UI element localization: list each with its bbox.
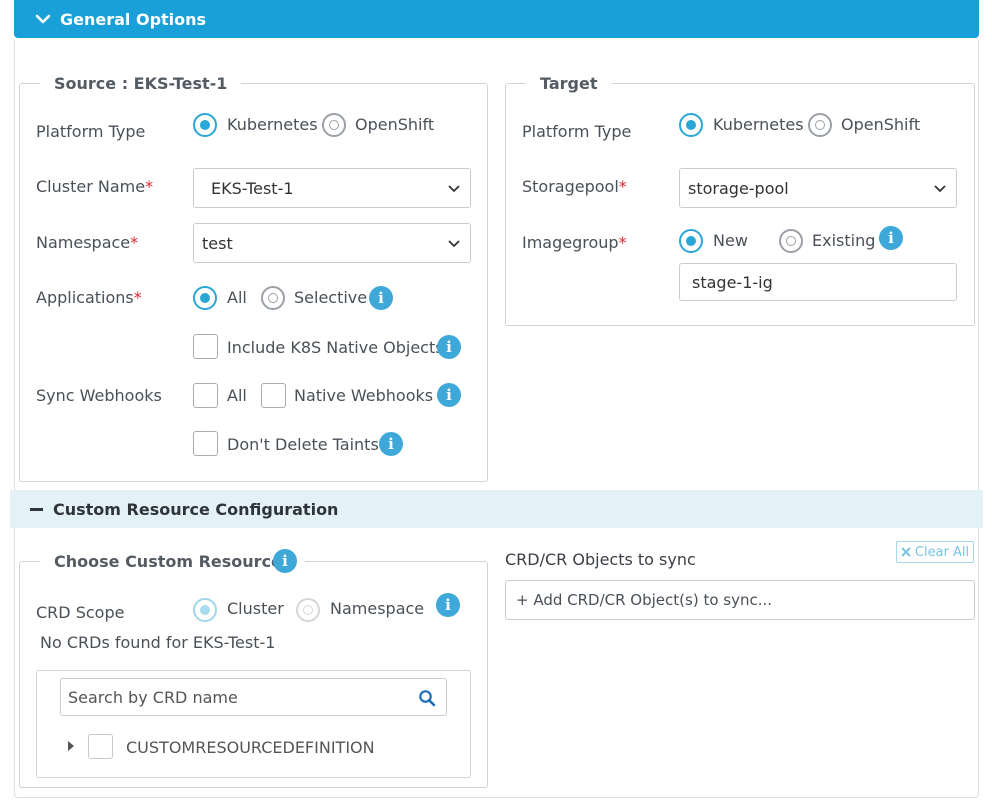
chevron-down-icon xyxy=(448,185,460,193)
storagepool-select[interactable]: storage-pool xyxy=(679,168,957,208)
namespace-select[interactable]: test xyxy=(193,223,471,263)
imagegroup-existing-label: Existing xyxy=(812,231,876,250)
chevron-down-icon xyxy=(448,240,460,248)
imagegroup-label: Imagegroup* xyxy=(522,233,627,252)
applications-all-radio[interactable] xyxy=(193,286,217,310)
namespace-label: Namespace* xyxy=(36,233,139,252)
source-platform-kubernetes-radio[interactable] xyxy=(193,113,217,137)
native-webhooks-checkbox[interactable] xyxy=(261,383,286,408)
collapse-minus-icon xyxy=(30,507,43,511)
sync-webhooks-all-checkbox[interactable] xyxy=(193,383,218,408)
info-icon[interactable]: i xyxy=(437,335,461,359)
sync-webhooks-all-label: All xyxy=(227,386,247,405)
clear-all-label: Clear All xyxy=(914,544,970,560)
general-options-title: General Options xyxy=(60,9,207,29)
storagepool-label: Storagepool* xyxy=(522,177,627,196)
target-platform-kubernetes-radio[interactable] xyxy=(679,113,703,137)
dont-delete-taints-checkbox[interactable] xyxy=(193,431,218,456)
applications-label: Applications* xyxy=(36,288,142,307)
source-platform-openshift-radio[interactable] xyxy=(322,113,346,137)
imagegroup-name-value: stage-1-ig xyxy=(692,272,773,292)
custom-resource-config-header[interactable]: Custom Resource Configuration xyxy=(10,490,983,528)
crd-scope-namespace-radio[interactable] xyxy=(296,598,320,622)
info-icon[interactable]: i xyxy=(379,432,403,456)
include-k8s-native-label: Include K8S Native Objects xyxy=(227,338,444,357)
info-icon[interactable]: i xyxy=(369,286,393,310)
info-icon[interactable]: i xyxy=(879,226,903,250)
add-crd-objects-text: + Add CRD/CR Object(s) to sync... xyxy=(516,591,773,609)
target-platform-openshift-label: OpenShift xyxy=(841,115,921,134)
custom-resource-config-title: Custom Resource Configuration xyxy=(53,499,339,519)
native-webhooks-label: Native Webhooks xyxy=(294,386,434,405)
info-icon[interactable]: i xyxy=(436,593,460,617)
search-icon[interactable] xyxy=(418,689,436,707)
dont-delete-taints-label: Don't Delete Taints xyxy=(227,435,379,454)
applications-selective-label: Selective xyxy=(294,288,368,307)
crd-search-input[interactable]: Search by CRD name xyxy=(60,678,447,716)
caret-right-icon[interactable] xyxy=(66,740,76,752)
target-legend: Target xyxy=(540,74,598,93)
storagepool-value: storage-pool xyxy=(688,178,789,198)
imagegroup-new-radio[interactable] xyxy=(679,229,703,253)
include-k8s-native-checkbox[interactable] xyxy=(193,334,218,359)
target-platform-kubernetes-label: Kubernetes xyxy=(713,115,804,134)
general-options-header[interactable]: General Options xyxy=(14,0,979,38)
imagegroup-name-input[interactable]: stage-1-ig xyxy=(679,263,957,301)
crd-search-placeholder: Search by CRD name xyxy=(68,687,238,707)
namespace-value: test xyxy=(202,233,233,253)
info-icon[interactable]: i xyxy=(273,549,297,573)
source-platform-openshift-label: OpenShift xyxy=(355,115,435,134)
source-platform-kubernetes-label: Kubernetes xyxy=(227,115,318,134)
target-platform-type-label: Platform Type xyxy=(522,122,632,141)
cluster-name-value: EKS-Test-1 xyxy=(211,178,294,198)
crd-tree-root-label: CUSTOMRESOURCEDEFINITION xyxy=(126,738,375,757)
imagegroup-new-label: New xyxy=(713,231,748,250)
choose-custom-resources-legend: Choose Custom Resources xyxy=(54,552,292,571)
applications-selective-radio[interactable] xyxy=(261,286,285,310)
cluster-name-label: Cluster Name* xyxy=(36,177,154,196)
chevron-down-icon xyxy=(934,185,946,193)
target-platform-openshift-radio[interactable] xyxy=(808,113,832,137)
cluster-name-select[interactable]: EKS-Test-1 xyxy=(193,168,471,208)
add-crd-objects-input[interactable]: + Add CRD/CR Object(s) to sync... xyxy=(505,580,975,620)
close-icon xyxy=(901,547,911,557)
no-crds-message: No CRDs found for EKS-Test-1 xyxy=(40,633,276,652)
imagegroup-existing-radio[interactable] xyxy=(779,229,803,253)
crd-scope-namespace-label: Namespace xyxy=(330,599,425,618)
crd-scope-cluster-radio[interactable] xyxy=(193,598,217,622)
info-icon[interactable]: i xyxy=(437,383,461,407)
crd-scope-cluster-label: Cluster xyxy=(227,599,284,618)
crd-objects-to-sync-label: CRD/CR Objects to sync xyxy=(505,550,696,569)
sync-webhooks-label: Sync Webhooks xyxy=(36,386,162,405)
crd-tree-root-checkbox[interactable] xyxy=(88,734,113,759)
clear-all-button[interactable]: Clear All xyxy=(896,541,974,563)
applications-all-label: All xyxy=(227,288,247,307)
source-legend: Source : EKS-Test-1 xyxy=(54,74,228,93)
crd-scope-label: CRD Scope xyxy=(36,603,125,622)
chevron-down-icon xyxy=(35,14,51,24)
source-platform-type-label: Platform Type xyxy=(36,122,146,141)
